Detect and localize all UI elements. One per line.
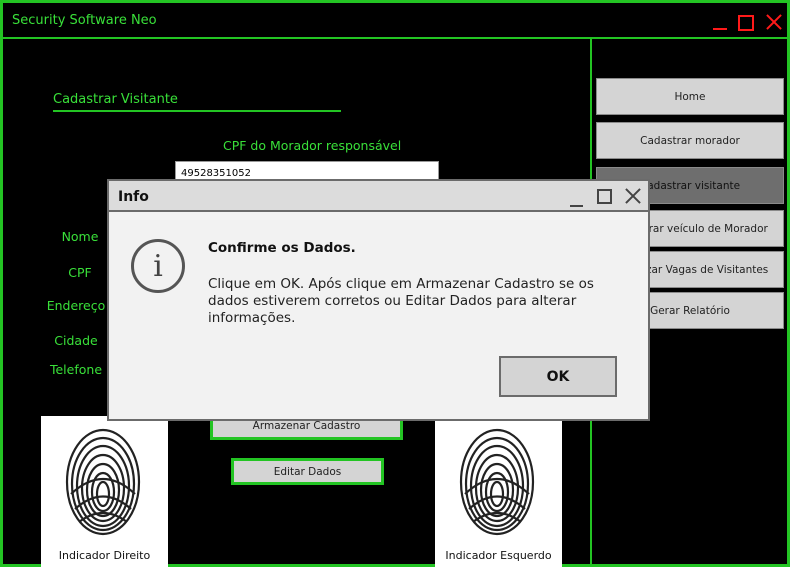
ok-button[interactable]: OK — [499, 356, 617, 397]
dialog-title: Info — [118, 189, 149, 205]
fingerprint-right-icon — [65, 428, 141, 536]
fingerprint-left-icon — [459, 428, 535, 536]
info-dialog: Info i Confirme os Dados. Clique em OK. … — [107, 179, 650, 421]
telefone-label: Telefone — [49, 362, 103, 377]
cidade-label: Cidade — [54, 333, 98, 348]
dialog-maximize-button[interactable] — [597, 189, 612, 204]
cpf-morador-label: CPF do Morador responsável — [223, 138, 402, 153]
dialog-heading: Confirme os Dados. — [208, 240, 356, 256]
dialog-title-bar: Info — [109, 181, 648, 212]
dialog-message: Clique em OK. Após clique em Armazenar C… — [208, 276, 594, 326]
title-bar: Security Software Neo — [3, 3, 787, 39]
close-button[interactable] — [765, 13, 783, 31]
page-title: Cadastrar Visitante — [53, 92, 178, 107]
fingerprint-left-label: Indicador Esquerdo — [445, 549, 552, 562]
editar-dados-button[interactable]: Editar Dados — [231, 458, 384, 485]
title-underline — [53, 110, 341, 112]
fingerprint-right-label: Indicador Direito — [58, 549, 151, 562]
fingerprint-left-panel[interactable]: Indicador Esquerdo — [435, 416, 562, 567]
minimize-button[interactable] — [711, 13, 729, 31]
sidebar-item-cadastrar-morador[interactable]: Cadastrar morador — [596, 122, 784, 159]
dialog-minimize-button[interactable] — [570, 193, 584, 207]
info-icon: i — [131, 239, 185, 293]
fingerprint-right-panel[interactable]: Indicador Direito — [41, 416, 168, 567]
dialog-close-button[interactable] — [624, 187, 642, 205]
sidebar-item-home[interactable]: Home — [596, 78, 784, 115]
endereco-label: Endereço — [46, 298, 106, 313]
maximize-button[interactable] — [738, 15, 754, 31]
app-title: Security Software Neo — [12, 13, 157, 28]
